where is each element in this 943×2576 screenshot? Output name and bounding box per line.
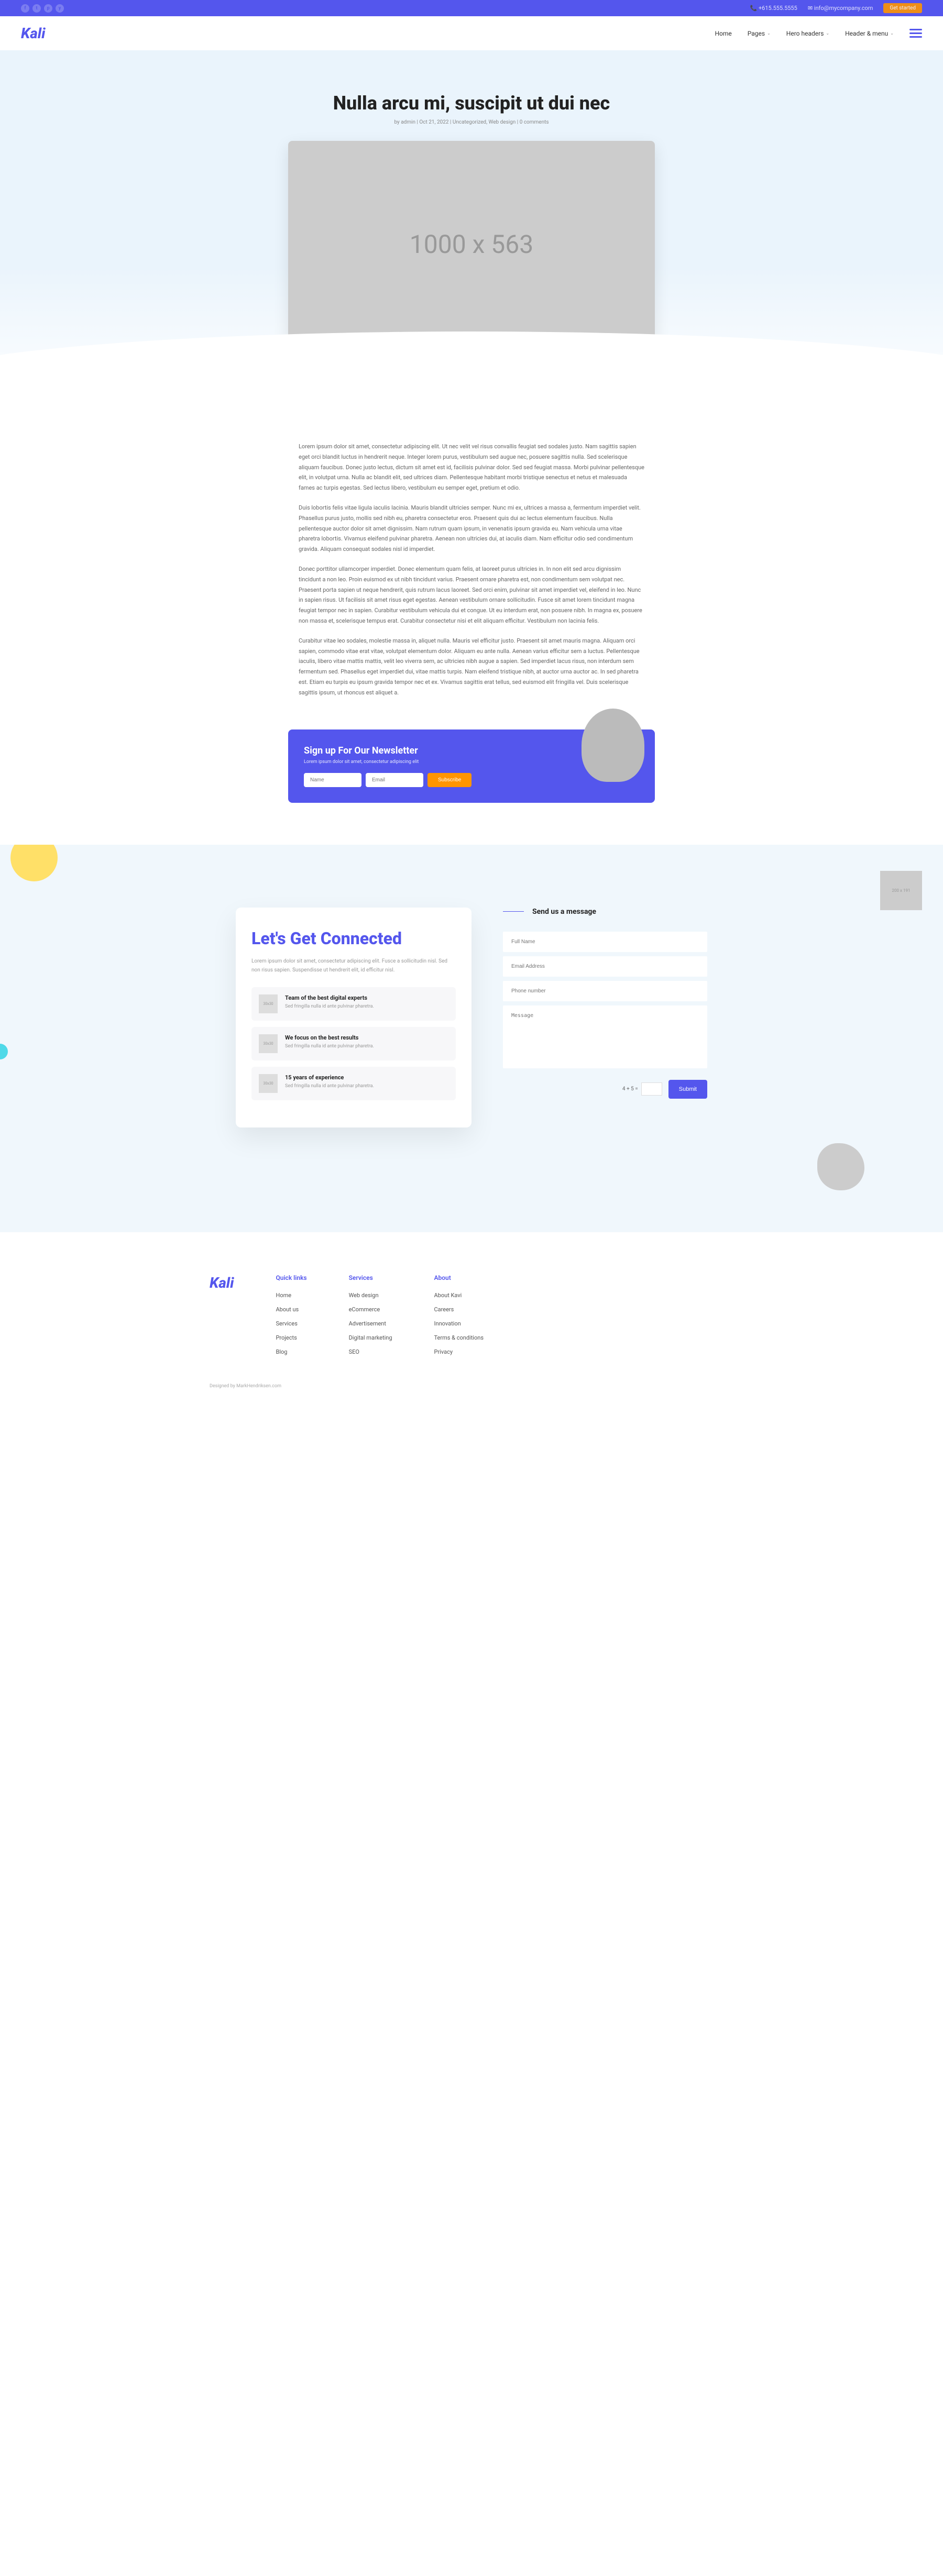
placeholder-credit: Powered by HTML.COM — [605, 339, 650, 344]
youtube-icon[interactable]: y — [56, 4, 64, 13]
copyright: Designed by MarkHendriksen.com — [210, 1384, 733, 1389]
hero-section: Nulla arcu mi, suscipit ut dui nec by ad… — [0, 50, 943, 410]
feature-icon: 30x30 — [259, 994, 278, 1013]
twitter-icon[interactable]: t — [32, 4, 41, 13]
phone-input[interactable] — [503, 981, 707, 1001]
footer-link[interactable]: Blog — [276, 1348, 306, 1355]
page-title: Nulla arcu mi, suscipit ut dui nec — [21, 92, 922, 114]
topbar-contact: 📞 +615.555.5555 ✉ info@mycompany.com Get… — [750, 3, 923, 13]
newsletter-form: Subscribe — [304, 773, 639, 787]
footer-logo[interactable]: Kali — [210, 1274, 234, 1291]
featured-image-placeholder: 1000 x 563 Powered by HTML.COM — [288, 141, 655, 347]
feature-desc: Sed fringilla nulla id ante pulvinar pha… — [285, 1003, 374, 1011]
hamburger-menu[interactable] — [909, 27, 922, 40]
facebook-icon[interactable]: f — [21, 4, 29, 13]
connect-sub: Lorem ipsum dolor sit amet, consectetur … — [251, 957, 456, 975]
feature-title: Team of the best digital experts — [285, 994, 374, 1001]
message-input[interactable] — [503, 1005, 707, 1068]
paragraph: Donec porttitor ullamcorper imperdiet. D… — [299, 564, 644, 626]
logo[interactable]: Kali — [21, 25, 45, 42]
newsletter-name-input[interactable] — [304, 773, 361, 787]
chevron-down-icon: ⌄ — [826, 31, 829, 36]
nav-pages[interactable]: Pages⌄ — [748, 30, 771, 37]
contact-form: Send us a message 4 + 5 = Submit — [503, 908, 707, 1127]
footer-link[interactable]: Privacy — [434, 1348, 484, 1355]
captcha-input[interactable] — [641, 1082, 662, 1096]
feature-title: We focus on the best results — [285, 1034, 374, 1041]
newsletter-sub: Lorem ipsum dolor sit amet, consectetur … — [304, 759, 639, 765]
footer-link[interactable]: eCommerce — [349, 1306, 392, 1313]
topbar: f t p y 📞 +615.555.5555 ✉ info@mycompany… — [0, 0, 943, 16]
footer-link[interactable]: SEO — [349, 1348, 392, 1355]
get-started-button[interactable]: Get started — [883, 3, 922, 13]
footer-link[interactable]: Innovation — [434, 1320, 484, 1327]
captcha: 4 + 5 = — [622, 1082, 662, 1096]
nav-hero[interactable]: Hero headers⌄ — [786, 30, 829, 37]
newsletter-email-input[interactable] — [366, 773, 423, 787]
paragraph: Lorem ipsum dolor sit amet, consectetur … — [299, 441, 644, 493]
nav-header[interactable]: Header & menu⌄ — [845, 30, 894, 37]
feature-icon: 30x30 — [259, 1034, 278, 1053]
footer-link[interactable]: Web design — [349, 1292, 392, 1299]
footer-about: About About Kavi Careers Innovation Term… — [434, 1274, 484, 1363]
footer-link[interactable]: About us — [276, 1306, 306, 1313]
nav-links: Home Pages⌄ Hero headers⌄ Header & menu⌄ — [715, 27, 922, 40]
footer-services: Services Web design eCommerce Advertisem… — [349, 1274, 392, 1363]
feature-item: 30x30 We focus on the best results Sed fr… — [251, 1027, 456, 1060]
email-input[interactable] — [503, 956, 707, 977]
feature-desc: Sed fringilla nulla id ante pulvinar pha… — [285, 1043, 374, 1051]
footer-link[interactable]: Terms & conditions — [434, 1334, 484, 1341]
footer-link[interactable]: Projects — [276, 1334, 306, 1341]
pinterest-icon[interactable]: p — [44, 4, 52, 13]
footer-link[interactable]: Advertisement — [349, 1320, 392, 1327]
footer-link[interactable]: Digital marketing — [349, 1334, 392, 1341]
feature-desc: Sed fringilla nulla id ante pulvinar pha… — [285, 1083, 374, 1090]
footer-link[interactable]: About Kavi — [434, 1292, 484, 1299]
navbar: Kali Home Pages⌄ Hero headers⌄ Header & … — [0, 16, 943, 50]
nav-home[interactable]: Home — [715, 30, 731, 37]
form-title: Send us a message — [532, 908, 596, 916]
footer-link[interactable]: Careers — [434, 1306, 484, 1313]
footer-col-title: Services — [349, 1274, 392, 1281]
submit-button[interactable]: Submit — [668, 1080, 707, 1099]
form-header: Send us a message — [503, 908, 707, 916]
newsletter-box: Sign up For Our Newsletter Lorem ipsum d… — [288, 729, 655, 803]
small-image-placeholder: 200 x 191 — [880, 871, 922, 910]
subscribe-button[interactable]: Subscribe — [427, 773, 471, 787]
grey-blob-decor — [817, 1143, 864, 1190]
footer-col-title: Quick links — [276, 1274, 306, 1281]
footer-quicklinks: Quick links Home About us Services Proje… — [276, 1274, 306, 1363]
chevron-down-icon: ⌄ — [767, 31, 771, 36]
feature-icon: 30x30 — [259, 1074, 278, 1093]
contact-email: ✉ info@mycompany.com — [808, 5, 873, 12]
article-body: Lorem ipsum dolor sit amet, consectetur … — [288, 441, 655, 698]
connect-card: Let's Get Connected Lorem ipsum dolor si… — [236, 908, 471, 1127]
connect-section: 200 x 191 Let's Get Connected Lorem ipsu… — [0, 845, 943, 1232]
fullname-input[interactable] — [503, 932, 707, 952]
footer-col-title: About — [434, 1274, 484, 1281]
footer-logo-col: Kali — [210, 1274, 234, 1363]
footer-link[interactable]: Services — [276, 1320, 306, 1327]
connect-title: Let's Get Connected — [251, 928, 456, 948]
paragraph: Curabitur vitae leo sodales, molestie ma… — [299, 636, 644, 698]
chevron-down-icon: ⌄ — [890, 31, 894, 36]
footer-link[interactable]: Home — [276, 1292, 306, 1299]
paragraph: Duis lobortis felis vitae ligula iaculis… — [299, 503, 644, 555]
footer: Kali Quick links Home About us Services … — [0, 1232, 943, 1399]
yellow-circle-decor — [10, 845, 58, 881]
phone-number: 📞 +615.555.5555 — [750, 5, 797, 12]
newsletter-decor-icon — [582, 709, 644, 782]
post-meta: by admin | Oct 21, 2022 | Uncategorized,… — [21, 119, 922, 125]
feature-title: 15 years of experience — [285, 1074, 374, 1081]
cyan-dot-decor — [0, 1044, 8, 1059]
line-decor — [503, 911, 524, 912]
social-icons: f t p y — [21, 4, 64, 13]
feature-item: 30x30 15 years of experience Sed fringill… — [251, 1067, 456, 1100]
feature-item: 30x30 Team of the best digital experts Se… — [251, 987, 456, 1021]
